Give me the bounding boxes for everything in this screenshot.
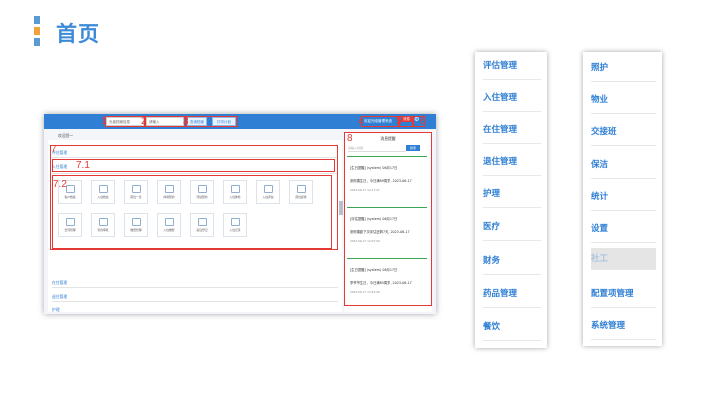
menu-item[interactable]: 药品管理 [483,280,541,308]
annotation-label-7-1: 7.1 [76,160,90,171]
menu-item[interactable]: 餐饮 [483,313,541,341]
annotation-label-4: 4 [358,116,364,127]
menu-item[interactable]: 系统管理 [591,312,656,340]
annotation-label-2: 2 [141,116,147,127]
menu-item-active[interactable]: 社工 [591,248,656,270]
breadcrumb: 欢迎您～ [58,133,74,138]
menu-item[interactable]: 退住管理 [483,148,541,176]
menu-item[interactable]: 统计 [591,183,656,211]
menu-item[interactable]: 保洁 [591,151,656,179]
annotation-label-7: 7 [51,144,57,155]
annotation-box-3 [186,116,238,127]
menu-inhouse[interactable]: 在住管理 [52,280,67,286]
menu-list-left: 评估管理 入住管理 在住管理 退住管理 护理 医疗 财务 药品管理 餐饮 [475,52,547,348]
menu-checkout[interactable]: 退住管理 [52,294,67,300]
annotation-box-2 [145,116,186,127]
menu-item[interactable]: 护理 [483,180,541,208]
menu-item[interactable]: 入住管理 [483,84,541,112]
annotation-box-8 [344,132,432,306]
menu-item[interactable]: 评估管理 [483,52,541,80]
title-bar: 首页 [34,16,100,50]
annotation-label-7-2: 7.2 [53,179,67,190]
annotation-label-1: 1 [101,116,107,127]
menu-item[interactable]: 在住管理 [483,116,541,144]
menu-item[interactable]: 医疗 [483,213,541,241]
menu-item[interactable]: 配置项管理 [591,280,656,308]
annotation-box-1 [105,116,145,127]
annotation-box-7-1 [52,159,335,172]
menu-item[interactable]: 财务 [483,247,541,275]
menu-item[interactable]: 交接班 [591,118,656,146]
menu-item[interactable]: 照护 [591,54,656,82]
annotation-label-5: 5 [396,116,402,127]
annotation-label-8: 8 [347,133,353,144]
title-decoration [34,16,44,50]
annotation-box-7-2 [52,175,332,249]
menu-item[interactable]: 设置 [591,215,656,243]
annotation-box-4 [361,116,399,127]
page-title: 首页 [56,22,100,46]
annotation-label-3: 3 [183,116,189,127]
menu-list-right: 照护 物业 交接班 保洁 统计 设置 社工 配置项管理 系统管理 [583,52,662,346]
annotation-label-6: 6 [420,116,426,127]
homepage-screenshot: 长者档案信息 请输入 查询档案 打印计划 欢迎光临管理系统 消息 ⚙ 欢迎您～ … [44,114,436,314]
menu-care[interactable]: 护理 [52,307,60,313]
scrollbar-handle[interactable] [339,201,343,215]
menu-item[interactable]: 物业 [591,86,656,114]
